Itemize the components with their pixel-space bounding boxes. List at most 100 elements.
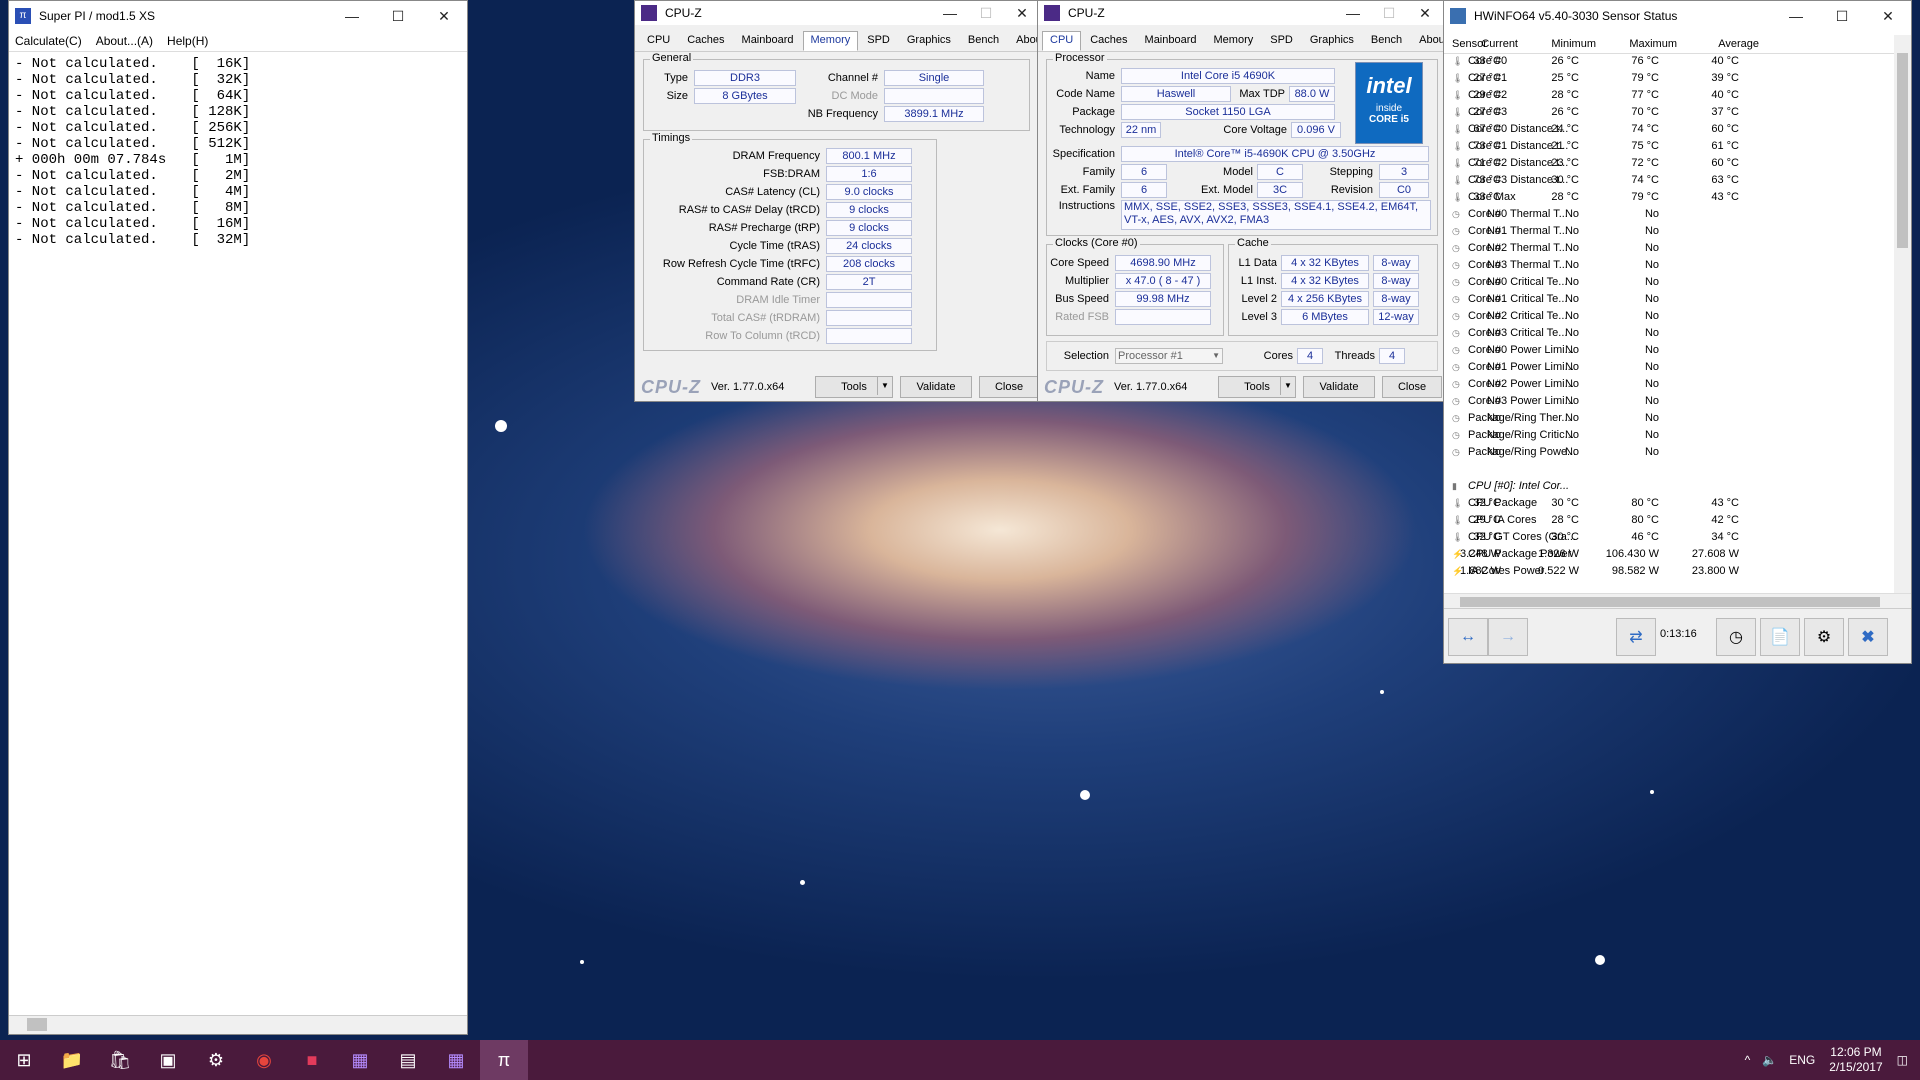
scroll-thumb[interactable] — [1897, 53, 1908, 248]
sensor-row[interactable]: 🌡 Core #0 Distance t... 67 °C 24 °C 74 °C 60 … — [1444, 121, 1875, 138]
notifications-icon[interactable]: ◫ — [1897, 1053, 1908, 1067]
arrows-collapse-icon[interactable]: → — [1488, 618, 1528, 656]
sensor-row[interactable]: ◷ Core #3 Critical Te... No No No — [1444, 325, 1875, 342]
sensor-row[interactable]: 🌡 Core #2 Distance t... 71 °C 23 °C 72 °C 60 … — [1444, 155, 1875, 172]
tab-cpu[interactable]: CPU — [1042, 31, 1082, 51]
sensor-row[interactable]: ◷ Core #2 Critical Te... No No No — [1444, 308, 1875, 325]
tab-memory[interactable]: Memory — [802, 31, 859, 51]
tab-graphics[interactable]: Graphics — [899, 31, 959, 51]
maximize-icon[interactable]: ☐ — [375, 1, 421, 31]
vertical-scrollbar[interactable] — [1894, 35, 1911, 595]
close-icon[interactable]: ✖ — [1848, 618, 1888, 656]
sensor-row[interactable]: ⚡ IA Cores Power 1.882 W 0.522 W 98.582 W 23.… — [1444, 563, 1875, 580]
sensor-row[interactable]: ◷ Core #0 Critical Te... No No No — [1444, 274, 1875, 291]
sensor-row[interactable]: ◷ Core #3 Thermal T... No No No — [1444, 257, 1875, 274]
tools-button[interactable]: Tools ▼ — [815, 376, 893, 398]
close-icon[interactable]: ✕ — [421, 1, 467, 31]
sensor-row[interactable]: ◷ Core #0 Power Limi... No No No — [1444, 342, 1875, 359]
clock[interactable]: 12:06 PM 2/15/2017 — [1829, 1045, 1882, 1075]
close-button[interactable]: Close — [1382, 376, 1442, 398]
tab-mainboard[interactable]: Mainboard — [1137, 31, 1205, 51]
minimize-icon[interactable]: — — [329, 1, 375, 31]
close-icon[interactable]: ✕ — [1407, 1, 1443, 25]
chevron-up-icon[interactable]: ^ — [1745, 1053, 1751, 1067]
speaker-muted-icon[interactable]: 🔈 — [1762, 1053, 1777, 1067]
cpuz-titlebar[interactable]: CPU-Z — ☐ ✕ — [1038, 1, 1443, 25]
minimize-icon[interactable]: — — [932, 1, 968, 25]
tools-button[interactable]: Tools ▼ — [1218, 376, 1296, 398]
sensor-row[interactable]: ◷ Core #1 Critical Te... No No No — [1444, 291, 1875, 308]
sensor-row[interactable]: 🌡 Core #1 Distance t... 73 °C 21 °C 75 °C 61 … — [1444, 138, 1875, 155]
close-icon[interactable]: ✕ — [1865, 1, 1911, 31]
sensor-row[interactable]: 🌡 Core #3 Distance t... 73 °C 30 °C 74 °C 63 … — [1444, 172, 1875, 189]
sensor-row[interactable]: 🌡 Core #0 33 °C 26 °C 76 °C 40 °C — [1444, 53, 1875, 70]
tab-mainboard[interactable]: Mainboard — [734, 31, 802, 51]
tab-caches[interactable]: Caches — [1082, 31, 1135, 51]
sensor-row[interactable] — [1444, 461, 1875, 478]
clock-icon[interactable]: ◷ — [1716, 618, 1756, 656]
file-explorer-icon[interactable]: 📁 — [48, 1040, 96, 1080]
column-header-current[interactable]: Current — [1481, 38, 1518, 50]
horizontal-scrollbar[interactable] — [9, 1015, 467, 1034]
sensor-group-row[interactable]: ▮ CPU [#0]: Intel Cor... — [1444, 478, 1875, 495]
scroll-thumb[interactable] — [27, 1018, 47, 1031]
menu-about[interactable]: About...(A) — [96, 34, 153, 48]
close-button[interactable]: Close — [979, 376, 1039, 398]
close-icon[interactable]: ✕ — [1004, 1, 1040, 25]
sensor-row[interactable]: 🌡 Core Max 33 °C 28 °C 79 °C 43 °C — [1444, 189, 1875, 206]
store-icon[interactable]: 🛍 — [96, 1040, 144, 1080]
sensor-row[interactable]: 🌡 CPU IA Cores 29 °C 28 °C 80 °C 42 °C — [1444, 512, 1875, 529]
cpuz-taskbar-icon-2[interactable]: ▦ — [432, 1040, 480, 1080]
start-icon[interactable]: ⊞ — [0, 1040, 48, 1080]
sensor-row[interactable]: ◷ Core #1 Thermal T... No No No — [1444, 223, 1875, 240]
hwinfo-titlebar[interactable]: HWiNFO64 v5.40-3030 Sensor Status — ☐ ✕ — [1444, 1, 1911, 31]
menu-help[interactable]: Help(H) — [167, 34, 208, 48]
maximize-icon[interactable]: ☐ — [1819, 1, 1865, 31]
scroll-thumb[interactable] — [1460, 597, 1880, 607]
steam-icon[interactable]: ⚙ — [192, 1040, 240, 1080]
sensor-row[interactable]: 🌡 Core #3 27 °C 26 °C 70 °C 37 °C — [1444, 104, 1875, 121]
tab-bench[interactable]: Bench — [960, 31, 1007, 51]
chevron-down-icon[interactable]: ▼ — [1212, 349, 1220, 363]
minimize-icon[interactable]: — — [1335, 1, 1371, 25]
validate-button[interactable]: Validate — [1303, 376, 1375, 398]
arrows-expand-icon[interactable]: ↔ — [1448, 618, 1488, 656]
log-file-icon[interactable]: 📄 — [1760, 618, 1800, 656]
sensor-row[interactable]: ⚡ CPU Package Power 3.248 W 1.326 W 106.430 … — [1444, 546, 1875, 563]
flash-icon[interactable]: ■ — [288, 1040, 336, 1080]
column-header-minimum[interactable]: Minimum — [1551, 38, 1596, 50]
tab-caches[interactable]: Caches — [679, 31, 732, 51]
hwinfo-taskbar-icon[interactable]: ▤ — [384, 1040, 432, 1080]
superpi-taskbar-icon[interactable]: π — [480, 1040, 528, 1080]
sensor-row[interactable]: 🌡 CPU Package 32 °C 30 °C 80 °C 43 °C — [1444, 495, 1875, 512]
gear-icon[interactable]: ⚙ — [1804, 618, 1844, 656]
tab-bench[interactable]: Bench — [1363, 31, 1410, 51]
sensor-row[interactable]: 🌡 CPU GT Cores (Gra... 32 °C 30 °C 46 °C 34 °… — [1444, 529, 1875, 546]
sensor-row[interactable]: 🌡 Core #1 27 °C 25 °C 79 °C 39 °C — [1444, 70, 1875, 87]
cpuz-taskbar-icon[interactable]: ▦ — [336, 1040, 384, 1080]
tab-cpu[interactable]: CPU — [639, 31, 678, 51]
cpuz-titlebar[interactable]: CPU-Z — ☐ ✕ — [635, 1, 1040, 25]
tab-graphics[interactable]: Graphics — [1302, 31, 1362, 51]
column-header-maximum[interactable]: Maximum — [1629, 38, 1677, 50]
tab-memory[interactable]: Memory — [1206, 31, 1262, 51]
sensor-row[interactable]: ◷ Package/Ring Ther... No No No — [1444, 410, 1875, 427]
language-indicator[interactable]: ENG — [1789, 1053, 1815, 1067]
sensor-row[interactable]: ◷ Core #2 Power Limi... No No No — [1444, 376, 1875, 393]
sensor-row[interactable]: ◷ Core #0 Thermal T... No No No — [1444, 206, 1875, 223]
taskview-icon[interactable]: ▣ — [144, 1040, 192, 1080]
sensor-row[interactable]: ◷ Package/Ring Critic... No No No — [1444, 427, 1875, 444]
chrome-icon[interactable]: ◉ — [240, 1040, 288, 1080]
chevron-down-icon[interactable]: ▼ — [1280, 377, 1295, 395]
tab-spd[interactable]: SPD — [859, 31, 898, 51]
column-header-average[interactable]: Average — [1718, 38, 1759, 50]
sensor-row[interactable]: ◷ Package/Ring Powe... No No No — [1444, 444, 1875, 461]
sensor-row[interactable]: ◷ Core #2 Thermal T... No No No — [1444, 240, 1875, 257]
sensor-row[interactable]: ◷ Core #3 Power Limi... No No No — [1444, 393, 1875, 410]
tab-spd[interactable]: SPD — [1262, 31, 1301, 51]
minimize-icon[interactable]: — — [1773, 1, 1819, 31]
validate-button[interactable]: Validate — [900, 376, 972, 398]
menu-calculate[interactable]: Calculate(C) — [15, 34, 82, 48]
chevron-down-icon[interactable]: ▼ — [877, 377, 892, 395]
sensor-row[interactable]: 🌡 Core #2 29 °C 28 °C 77 °C 40 °C — [1444, 87, 1875, 104]
